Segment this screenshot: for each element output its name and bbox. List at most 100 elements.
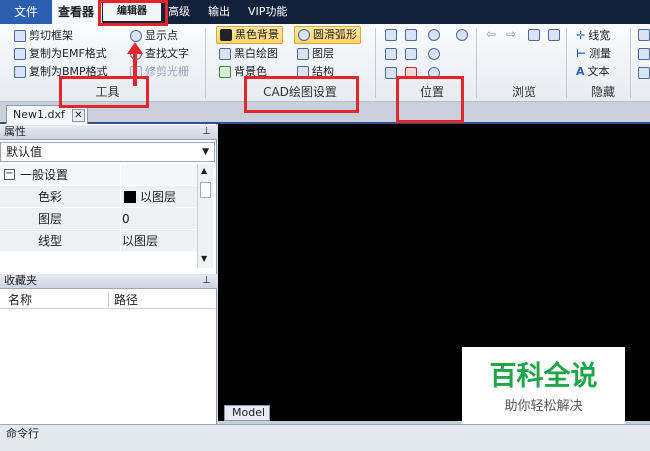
cut-frame-icon [14, 30, 26, 42]
property-name: 色彩 [38, 190, 63, 204]
property-section-general[interactable]: − 一般设置 [0, 164, 197, 186]
layers-label: 图层 [312, 47, 334, 60]
zoom-out-icon[interactable] [428, 48, 440, 60]
black-background-button[interactable]: 黑色背景 [216, 26, 283, 44]
properties-header: 属性 ⊥ [0, 125, 217, 140]
scroll-thumb[interactable] [200, 182, 211, 198]
close-icon[interactable]: ✕ [72, 109, 85, 122]
cell-separator [120, 186, 121, 208]
text-icon: A [576, 65, 585, 78]
properties-title: 属性 [4, 125, 26, 138]
property-value: 以图层 [140, 190, 177, 204]
model-tab[interactable]: Model [224, 405, 270, 421]
group-separator [476, 28, 477, 98]
column-divider [108, 293, 109, 307]
cell-separator [120, 230, 121, 252]
text-label: 文本 [587, 65, 610, 78]
smooth-arc-label: 圆滑弧形 [313, 28, 357, 41]
background-color-icon [219, 66, 231, 78]
command-bar[interactable] [0, 424, 650, 451]
properties-scrollbar[interactable]: ▲ ▼ [197, 164, 213, 268]
smooth-arc-icon [298, 29, 310, 41]
watermark-title: 百科全说 [489, 361, 598, 392]
group-separator [205, 28, 206, 98]
pin-icon[interactable]: ⊥ [202, 125, 211, 139]
favorites-header: 收藏夹 ⊥ [0, 274, 217, 289]
column-path[interactable]: 路径 [114, 291, 138, 309]
zoom-in-icon[interactable] [428, 29, 440, 41]
pin-icon[interactable]: ⊥ [202, 274, 211, 288]
tab-output[interactable]: 输出 [200, 0, 238, 24]
overflow-icon[interactable] [638, 67, 650, 79]
fit-all-icon[interactable] [405, 48, 417, 60]
pan-hand-icon[interactable] [456, 29, 468, 41]
cut-frame-button[interactable]: 剪切框架 [14, 27, 73, 45]
browse-options-icon[interactable] [548, 29, 560, 41]
cut-frame-label: 剪切框架 [29, 29, 73, 42]
zoom-region-icon[interactable] [405, 29, 417, 41]
measure-button[interactable]: ⊢ 测量 [576, 45, 611, 63]
overflow-icon[interactable] [638, 48, 650, 60]
black-white-icon [219, 48, 231, 60]
property-name: 图层 [38, 212, 63, 226]
property-row-color[interactable]: 色彩 以图层 [0, 186, 197, 208]
overflow-icon[interactable] [638, 29, 650, 41]
annotation-editor-highlight [98, 0, 168, 26]
scroll-down-icon[interactable]: ▼ [201, 254, 207, 263]
copy-emf-label: 复制为EMF格式 [29, 47, 107, 60]
annotation-cad-settings-highlight [244, 76, 359, 113]
black-white-label: 黑白绘图 [234, 47, 278, 60]
black-background-icon [220, 29, 232, 41]
watermark-subtitle: 助你轻松解决 [504, 399, 583, 414]
smooth-arc-button[interactable]: 圆滑弧形 [294, 26, 361, 44]
property-name: 线型 [38, 234, 63, 248]
annotation-arrow-icon [127, 42, 143, 86]
text-button[interactable]: A 文本 [576, 63, 610, 81]
group-separator [566, 28, 567, 98]
group-separator [375, 28, 376, 98]
find-text-label: 查找文字 [145, 47, 189, 60]
favorites-title: 收藏夹 [4, 274, 37, 287]
black-background-label: 黑色背景 [235, 28, 279, 41]
color-swatch [124, 191, 136, 203]
property-value: 0 [122, 212, 130, 226]
arrow-right-icon[interactable]: ⇨ [506, 27, 516, 41]
line-width-label: 线宽 [588, 29, 611, 42]
property-row-layer[interactable]: 图层 0 [0, 208, 197, 230]
properties-dropdown[interactable]: 默认值 ▼ [0, 142, 215, 162]
tab-vip[interactable]: VIP功能 [240, 0, 295, 24]
black-white-button[interactable]: 黑白绘图 [219, 45, 278, 63]
zoom-window-icon[interactable] [385, 29, 397, 41]
tab-viewer[interactable]: 查看器 [52, 0, 102, 24]
group-separator [630, 28, 631, 98]
copy-emf-icon [14, 48, 26, 60]
tab-file[interactable]: 文件 [0, 0, 52, 24]
chevron-down-icon: ▼ [202, 147, 209, 157]
favorites-column-header: 名称 路径 [0, 291, 215, 309]
annotation-position-highlight [396, 76, 464, 123]
measure-label: 测量 [589, 47, 612, 60]
show-points-label: 显示点 [145, 29, 178, 42]
scroll-up-icon[interactable]: ▲ [201, 166, 207, 175]
copy-emf-button[interactable]: 复制为EMF格式 [14, 45, 107, 63]
cell-separator [120, 208, 121, 230]
line-width-button[interactable]: ✛ 线宽 [576, 27, 610, 45]
refresh-icon[interactable] [528, 29, 540, 41]
arrow-left-icon[interactable]: ⇦ [486, 27, 496, 41]
command-line-label: 命令行 [6, 427, 39, 440]
property-section-label: 一般设置 [20, 168, 69, 182]
trim-raster-label: 修剪光栅 [145, 65, 189, 78]
layers-icon [297, 48, 309, 60]
layers-button[interactable]: 图层 [297, 45, 334, 63]
ruler-icon: ⊢ [576, 47, 587, 60]
property-value: 以图层 [122, 234, 159, 248]
group-label-browse: 浏览 [511, 85, 536, 99]
copy-bmp-icon [14, 66, 26, 78]
column-name[interactable]: 名称 [8, 291, 32, 309]
property-row-linetype[interactable]: 线型 以图层 [0, 230, 197, 252]
fit-width-icon[interactable] [385, 48, 397, 60]
group-label-hide: 隐藏 [590, 85, 615, 99]
collapse-icon[interactable]: − [4, 169, 15, 180]
line-width-icon: ✛ [576, 29, 586, 42]
show-points-icon [130, 30, 142, 42]
